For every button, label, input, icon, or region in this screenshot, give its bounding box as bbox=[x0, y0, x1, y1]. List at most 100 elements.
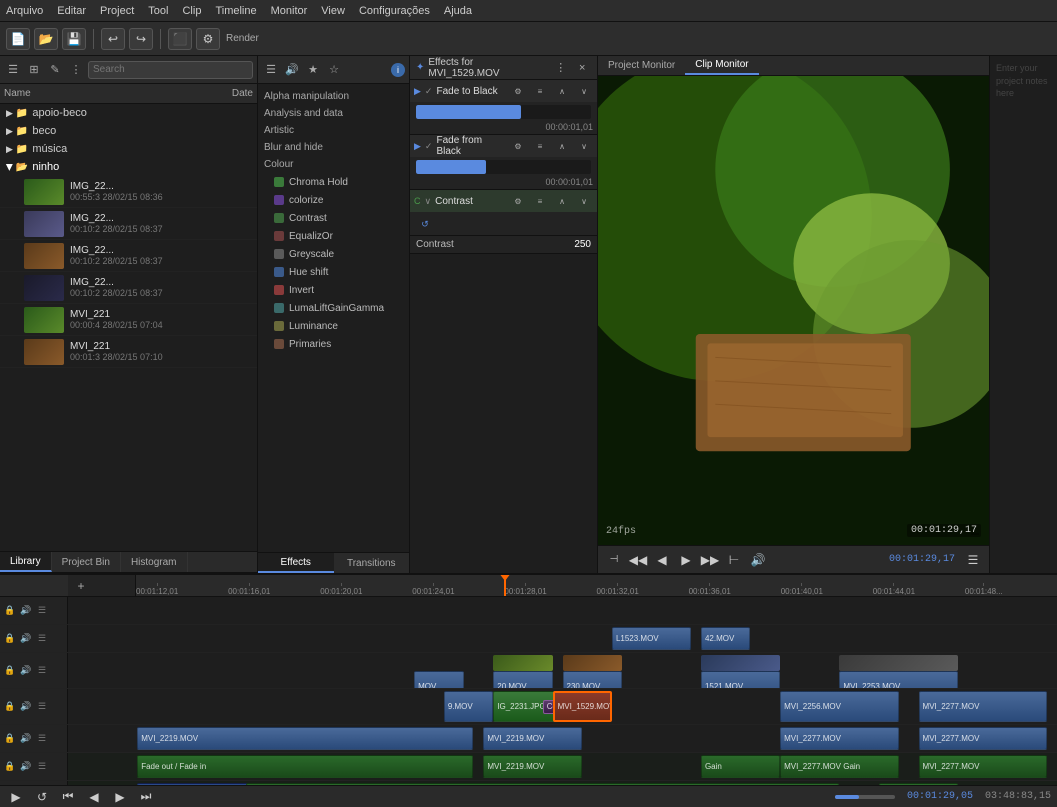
open-button[interactable]: 📂 bbox=[34, 28, 58, 50]
file-item-2[interactable]: IMG_22... 00:10:2 28/02/15 08:37 bbox=[0, 240, 257, 272]
clip-2277-v2[interactable]: MVI_2277.MOV bbox=[780, 727, 899, 750]
ctrl-prev-frame[interactable]: ◀◀ bbox=[628, 550, 648, 570]
tl-next-clip[interactable]: ⏭ bbox=[136, 787, 156, 807]
tl-play[interactable]: ▶ bbox=[6, 787, 26, 807]
tl-prev-clip[interactable]: ⏮ bbox=[58, 787, 78, 807]
new-button[interactable]: 📄 bbox=[6, 28, 30, 50]
track-content-2[interactable]: L1523.MOV 42.MOV bbox=[68, 625, 1057, 652]
effects-info[interactable]: i bbox=[391, 63, 405, 77]
clip-2219-v1[interactable]: MVI_2219.MOV bbox=[137, 727, 473, 750]
contrast-settings[interactable]: ⚙ bbox=[509, 192, 527, 210]
search-input[interactable] bbox=[88, 61, 253, 79]
category-alpha[interactable]: Alpha manipulation bbox=[258, 88, 409, 105]
effect-invert[interactable]: Invert bbox=[258, 281, 409, 299]
file-item-5[interactable]: MVI_221 00:01:3 28/02/15 07:10 bbox=[0, 336, 257, 368]
track-menu-3[interactable]: ☰ bbox=[35, 664, 49, 678]
effect-block-header-ftb[interactable]: ▶ ✓ Fade to Black ⚙ ≡ ∧ ∨ bbox=[410, 80, 597, 102]
clip-20mov[interactable]: 20.MOV bbox=[493, 671, 552, 689]
left-menu-btn[interactable]: ⋮ bbox=[67, 61, 85, 79]
track-menu-6[interactable]: ☰ bbox=[35, 760, 49, 774]
track-content-7[interactable]: MVI_2219.MO... 02 Semente de Mandioca.mp… bbox=[68, 781, 1057, 785]
ffb-menu[interactable]: ≡ bbox=[531, 137, 549, 155]
clip-2277-v[interactable]: MVI_2277.MOV bbox=[919, 691, 1048, 722]
effect-greyscale[interactable]: Greyscale bbox=[258, 245, 409, 263]
save-button[interactable]: 💾 bbox=[62, 28, 86, 50]
effects-list-view[interactable]: ☰ bbox=[262, 61, 280, 79]
tab-project-bin[interactable]: Project Bin bbox=[52, 552, 121, 572]
playhead[interactable] bbox=[504, 575, 506, 596]
ffb-up[interactable]: ∧ bbox=[553, 137, 571, 155]
clip-fadeout-audio[interactable]: Fade out bbox=[879, 783, 958, 785]
clip-mov-35[interactable]: MOV bbox=[414, 671, 463, 689]
track-audio-6[interactable]: 🔊 bbox=[19, 760, 33, 774]
track-lock-2[interactable]: 🔒 bbox=[3, 632, 17, 646]
menu-configuracoes[interactable]: Configurações bbox=[359, 5, 430, 17]
ftb-up[interactable]: ∧ bbox=[553, 82, 571, 100]
effects-star[interactable]: ★ bbox=[304, 61, 322, 79]
file-item-1[interactable]: IMG_22... 00:10:2 28/02/15 08:37 bbox=[0, 208, 257, 240]
clip-2253[interactable]: MVI_2253.MOV bbox=[839, 671, 958, 689]
ctrl-menu[interactable]: ☰ bbox=[963, 550, 983, 570]
track-menu-5[interactable]: ☰ bbox=[35, 732, 49, 746]
effect-lumalift[interactable]: LumaLiftGainGamma bbox=[258, 299, 409, 317]
clip-2219-audio[interactable]: MVI_2219.MOV bbox=[483, 755, 582, 778]
track-lock-1[interactable]: 🔒 bbox=[3, 604, 17, 618]
clip-gain-audio[interactable]: Gain bbox=[701, 755, 780, 778]
category-artistic[interactable]: Artistic bbox=[258, 122, 409, 139]
menu-editar[interactable]: Editar bbox=[57, 5, 86, 17]
tab-effects[interactable]: Effects bbox=[258, 553, 334, 573]
contrast-up[interactable]: ∧ bbox=[553, 192, 571, 210]
category-analysis[interactable]: Analysis and data bbox=[258, 105, 409, 122]
ffb-down[interactable]: ∨ bbox=[575, 137, 593, 155]
track-content-4[interactable]: 9.MOV IG_2231.JPG MVI_1529.MOV Composite… bbox=[68, 689, 1057, 724]
ctrl-prev[interactable]: ◀ bbox=[652, 550, 672, 570]
contrast-reset[interactable]: ↺ bbox=[416, 215, 434, 233]
ftb-settings[interactable]: ⚙ bbox=[509, 82, 527, 100]
ftb-slider[interactable] bbox=[416, 105, 591, 119]
tab-transitions[interactable]: Transitions bbox=[334, 553, 410, 573]
track-audio-3[interactable]: 🔊 bbox=[19, 664, 33, 678]
effect-block-header-ffb[interactable]: ▶ ✓ Fade from Black ⚙ ≡ ∧ ∨ bbox=[410, 135, 597, 157]
menu-arquivo[interactable]: Arquivo bbox=[6, 5, 43, 17]
track-audio-4[interactable]: 🔊 bbox=[19, 700, 33, 714]
clip-230mov[interactable]: 230.MOV bbox=[563, 671, 622, 689]
category-colour[interactable]: Colour bbox=[258, 156, 409, 173]
track-audio-5[interactable]: 🔊 bbox=[19, 732, 33, 746]
effect-luminance[interactable]: Luminance bbox=[258, 317, 409, 335]
file-item-4[interactable]: MVI_221 00:00:4 28/02/15 07:04 bbox=[0, 304, 257, 336]
clip-2277-gain[interactable]: MVI_2277.MOV Gain bbox=[780, 755, 899, 778]
menu-project[interactable]: Project bbox=[100, 5, 134, 17]
effect-block-header-contrast[interactable]: C ∨ Contrast ⚙ ≡ ∧ ∨ bbox=[410, 190, 597, 212]
file-item-0[interactable]: IMG_22... 00:55:3 28/02/15 08:36 bbox=[0, 176, 257, 208]
clip-mvi1529-selected[interactable]: MVI_1529.MOV bbox=[553, 691, 612, 722]
ctrl-mark-in[interactable]: ⊣ bbox=[604, 550, 624, 570]
clip-fade-audio[interactable]: Fade out / Fade in bbox=[137, 755, 473, 778]
contrast-down[interactable]: ∨ bbox=[575, 192, 593, 210]
clip-2277-v3[interactable]: MVI_2277.MOV bbox=[919, 727, 1048, 750]
ctrl-volume[interactable]: 🔊 bbox=[748, 550, 768, 570]
track-lock-4[interactable]: 🔒 bbox=[3, 700, 17, 714]
ffb-slider[interactable] bbox=[416, 160, 591, 174]
folder-musica[interactable]: ▶ 📁 música bbox=[0, 140, 257, 158]
undo-button[interactable]: ↩ bbox=[101, 28, 125, 50]
tl-next-frame[interactable]: ▶ bbox=[110, 787, 130, 807]
tab-histogram[interactable]: Histogram bbox=[121, 552, 188, 572]
menu-clip[interactable]: Clip bbox=[182, 5, 201, 17]
tl-loop[interactable]: ↺ bbox=[32, 787, 52, 807]
menu-monitor[interactable]: Monitor bbox=[271, 5, 308, 17]
effects-star2[interactable]: ☆ bbox=[325, 61, 343, 79]
effect-hue-shift[interactable]: Hue shift bbox=[258, 263, 409, 281]
track-lock-6[interactable]: 🔒 bbox=[3, 760, 17, 774]
track-content-6[interactable]: Fade out / Fade in MVI_2219.MOV Gain MVI… bbox=[68, 753, 1057, 780]
clip-2256[interactable]: MVI_2256.MOV bbox=[780, 691, 899, 722]
track-menu-1[interactable]: ☰ bbox=[35, 604, 49, 618]
clip-42[interactable]: 42.MOV bbox=[701, 627, 750, 650]
folder-ninho[interactable]: ▶ 📂 ninho bbox=[0, 158, 257, 176]
redo-button[interactable]: ↪ bbox=[129, 28, 153, 50]
tab-project-monitor[interactable]: Project Monitor bbox=[598, 56, 685, 75]
track-audio-2[interactable]: 🔊 bbox=[19, 632, 33, 646]
ctrl-next[interactable]: ▶▶ bbox=[700, 550, 720, 570]
contrast-menu[interactable]: ≡ bbox=[531, 192, 549, 210]
ftb-down[interactable]: ∨ bbox=[575, 82, 593, 100]
left-view-grid[interactable]: ⊞ bbox=[25, 61, 43, 79]
